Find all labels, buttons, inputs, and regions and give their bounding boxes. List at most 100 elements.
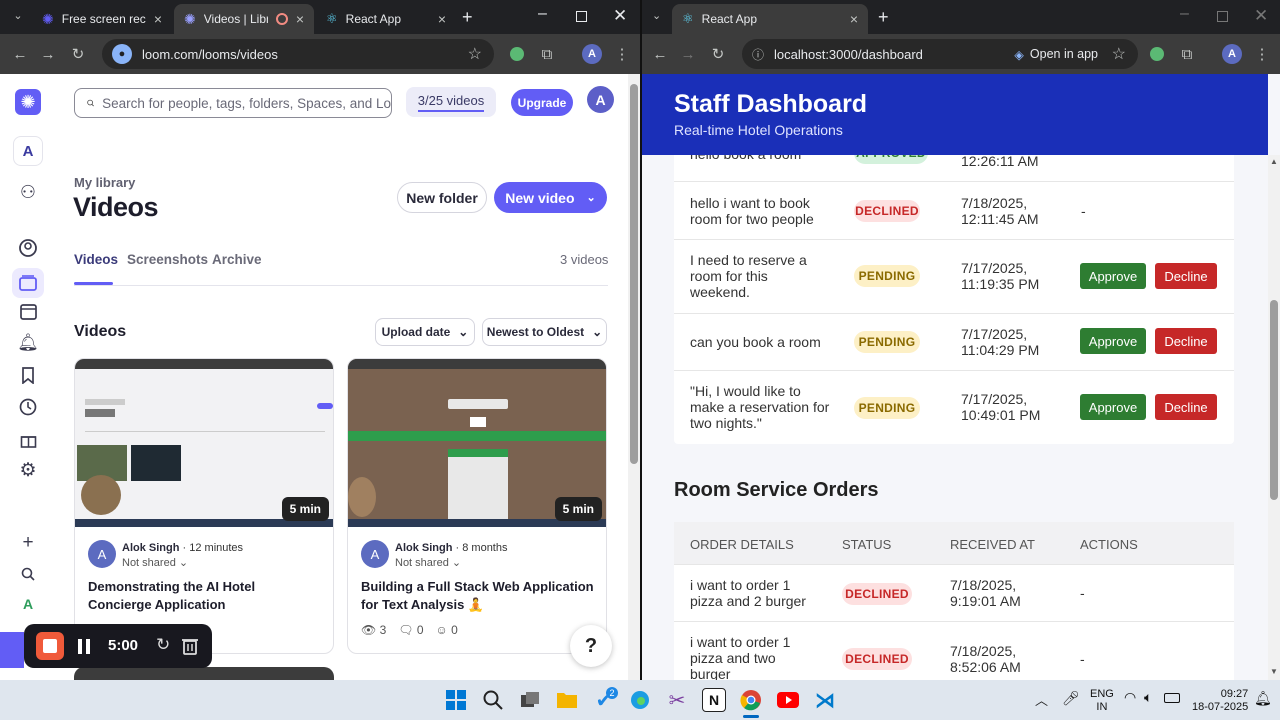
help-button[interactable]: ? bbox=[570, 625, 612, 667]
search-box[interactable]: Search for people, tags, folders, Spaces… bbox=[74, 88, 392, 118]
tab-videos-library[interactable]: ✺ Videos | Librar × bbox=[174, 4, 314, 34]
maximize-icon[interactable] bbox=[1217, 11, 1228, 22]
sort-order-dropdown[interactable]: Newest to Oldest ⌄ bbox=[482, 318, 607, 346]
snipping-tool-icon[interactable]: ✂ bbox=[665, 688, 689, 712]
chrome-icon[interactable] bbox=[739, 688, 763, 712]
calendar-icon[interactable] bbox=[17, 300, 39, 322]
video-thumbnail[interactable]: 5 min bbox=[75, 359, 333, 527]
stop-recording-button[interactable] bbox=[36, 632, 64, 660]
decline-button[interactable]: Decline bbox=[1155, 263, 1217, 289]
history-clock-icon[interactable] bbox=[17, 396, 39, 418]
loom-scrollbar[interactable] bbox=[628, 74, 640, 680]
pause-icon[interactable] bbox=[78, 639, 90, 654]
extension-green-icon[interactable] bbox=[507, 44, 527, 64]
gift-icon[interactable] bbox=[17, 428, 39, 450]
forward-icon[interactable]: → bbox=[678, 44, 698, 64]
approve-button[interactable]: Approve bbox=[1080, 263, 1146, 289]
close-tab-icon[interactable]: × bbox=[438, 11, 446, 27]
vscode-icon[interactable]: ⋊ bbox=[813, 688, 837, 712]
microphone-icon[interactable]: 🎤︎ bbox=[1062, 690, 1080, 707]
dashboard-scrollbar[interactable]: ▲ ▼ bbox=[1268, 155, 1280, 680]
video-card-partial[interactable] bbox=[74, 667, 334, 680]
notion-icon[interactable]: N bbox=[702, 688, 726, 712]
clock[interactable]: 09:27 18-07-2025 bbox=[1192, 688, 1248, 714]
notification-bell-icon[interactable]: 🔔︎ bbox=[1254, 690, 1272, 707]
approve-button[interactable]: Approve bbox=[1080, 328, 1146, 354]
tab-screenshots[interactable]: Screenshots bbox=[127, 252, 208, 267]
tab-react-app[interactable]: ⚛ React App × bbox=[672, 4, 868, 34]
decline-button[interactable]: Decline bbox=[1155, 394, 1217, 420]
author-name[interactable]: Alok Singh bbox=[395, 542, 452, 554]
scroll-up-arrow[interactable]: ▲ bbox=[1270, 157, 1278, 166]
new-tab-icon[interactable]: + bbox=[462, 7, 473, 28]
extensions-puzzle-icon[interactable]: ⧉ bbox=[537, 44, 557, 64]
restart-icon[interactable]: ↻ bbox=[156, 635, 170, 655]
tab-react-app[interactable]: ⚛ React App × bbox=[316, 4, 456, 34]
search-icon[interactable] bbox=[481, 688, 505, 712]
bell-icon[interactable]: 🔔︎ bbox=[17, 332, 39, 354]
delete-icon[interactable] bbox=[182, 637, 198, 655]
loom-logo-icon[interactable]: ✺ bbox=[15, 89, 41, 115]
mic-icon[interactable]: ● bbox=[112, 44, 132, 64]
tray-chevron-icon[interactable]: ︿ bbox=[1035, 690, 1048, 709]
library-icon[interactable] bbox=[17, 272, 39, 294]
site-info-icon[interactable]: ⓘ bbox=[752, 46, 764, 63]
extensions-puzzle-icon[interactable]: ⧉ bbox=[1177, 44, 1197, 64]
video-card[interactable]: 5 min A Alok Singh · 12 minutes Not shar… bbox=[74, 358, 334, 654]
profile-icon[interactable] bbox=[17, 237, 39, 259]
scroll-down-arrow[interactable]: ▼ bbox=[1270, 667, 1278, 676]
video-title[interactable]: Demonstrating the AI Hotel Concierge App… bbox=[88, 578, 321, 614]
settings-gear-icon[interactable]: ⚙ bbox=[17, 459, 39, 481]
tab-search-dropdown[interactable]: ⌄ bbox=[10, 9, 26, 25]
menu-kebab-icon[interactable]: ⋮ bbox=[612, 44, 632, 64]
bookmark-star-icon[interactable]: ☆ bbox=[468, 44, 482, 64]
share-status-dropdown[interactable]: Not shared ⌄ bbox=[122, 556, 188, 569]
battery-icon[interactable] bbox=[1164, 693, 1180, 703]
close-tab-icon[interactable]: × bbox=[154, 11, 162, 27]
add-user-icon[interactable]: ⚇ bbox=[17, 181, 39, 203]
search-icon[interactable] bbox=[17, 563, 39, 585]
minimize-icon[interactable]: – bbox=[1180, 5, 1189, 23]
youtube-icon[interactable] bbox=[776, 688, 800, 712]
share-status-dropdown[interactable]: Not shared ⌄ bbox=[395, 556, 461, 569]
scrollbar-thumb[interactable] bbox=[630, 84, 638, 464]
reload-icon[interactable]: ↻ bbox=[708, 44, 728, 64]
new-video-button[interactable]: New video ⌄ bbox=[494, 182, 607, 213]
author-name[interactable]: Alok Singh bbox=[122, 542, 179, 554]
user-avatar[interactable]: A bbox=[587, 86, 614, 113]
close-tab-icon[interactable]: × bbox=[850, 11, 858, 27]
tab-videos[interactable]: Videos bbox=[74, 252, 118, 267]
language-indicator[interactable]: ENG IN bbox=[1090, 688, 1114, 714]
tab-free-screen-recorder[interactable]: ✺ Free screen record × bbox=[32, 4, 172, 34]
reload-icon[interactable]: ↻ bbox=[68, 44, 88, 64]
scrollbar-thumb[interactable] bbox=[1270, 300, 1278, 500]
close-window-icon[interactable]: ✕ bbox=[613, 6, 627, 26]
decline-button[interactable]: Decline bbox=[1155, 328, 1217, 354]
new-tab-icon[interactable]: + bbox=[878, 7, 889, 28]
workspace-avatar[interactable]: A bbox=[13, 136, 43, 166]
sidebar-user-avatar[interactable]: A bbox=[18, 594, 38, 614]
maximize-icon[interactable] bbox=[576, 11, 587, 22]
edge-browser-icon[interactable] bbox=[628, 688, 652, 712]
back-icon[interactable]: ← bbox=[10, 44, 30, 64]
bookmark-star-icon[interactable]: ☆ bbox=[1112, 44, 1126, 64]
close-window-icon[interactable]: ✕ bbox=[1254, 6, 1268, 26]
address-bar[interactable]: ⓘ localhost:3000/dashboard ◈ Open in app… bbox=[742, 39, 1138, 69]
close-tab-icon[interactable]: × bbox=[296, 11, 304, 27]
forward-icon[interactable]: → bbox=[38, 44, 58, 64]
back-icon[interactable]: ← bbox=[650, 44, 670, 64]
add-icon[interactable]: + bbox=[17, 532, 39, 554]
sort-field-dropdown[interactable]: Upload date ⌄ bbox=[375, 318, 475, 346]
breadcrumb[interactable]: My library bbox=[74, 175, 135, 190]
menu-kebab-icon[interactable]: ⋮ bbox=[1252, 44, 1272, 64]
video-quota-button[interactable]: 3/25 videos bbox=[406, 87, 496, 117]
video-card[interactable]: 5 min A Alok Singh · 8 months Not shared… bbox=[347, 358, 607, 654]
minimize-icon[interactable]: – bbox=[538, 5, 547, 23]
volume-icon[interactable]: 🔈︎ bbox=[1144, 689, 1152, 706]
address-bar[interactable]: ● loom.com/looms/videos ☆ bbox=[102, 39, 494, 69]
profile-avatar[interactable]: A bbox=[1222, 44, 1242, 64]
new-folder-button[interactable]: New folder bbox=[397, 182, 487, 213]
tab-archive[interactable]: Archive bbox=[212, 252, 262, 267]
extension-green-icon[interactable] bbox=[1147, 44, 1167, 64]
bookmark-icon[interactable] bbox=[17, 364, 39, 386]
